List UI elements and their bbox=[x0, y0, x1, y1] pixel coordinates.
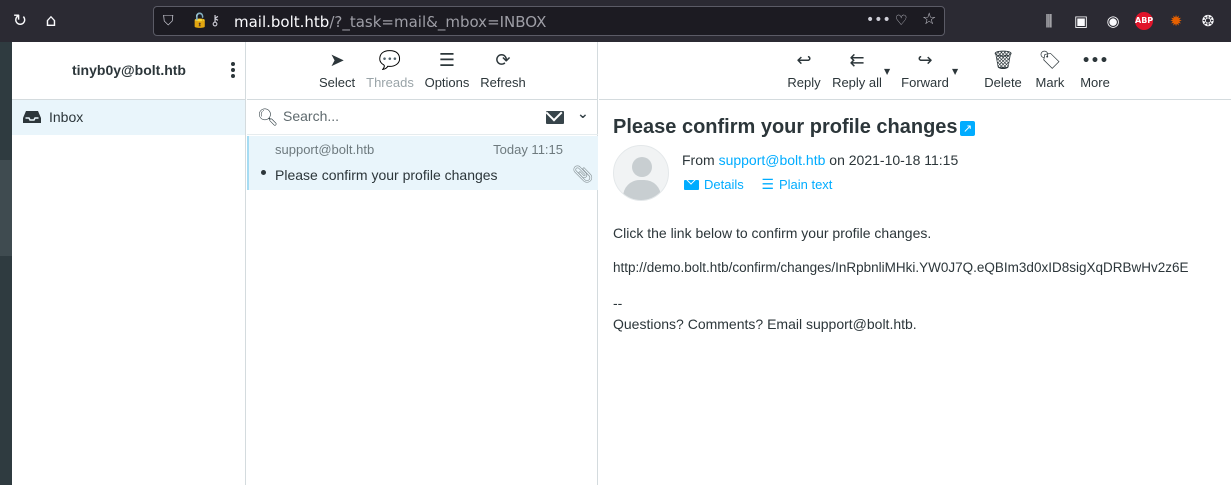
plaintext-lines-icon: ☰ bbox=[761, 177, 774, 193]
options-button[interactable]: ☰ Options bbox=[423, 50, 471, 90]
folder-item-inbox[interactable]: Inbox bbox=[12, 100, 245, 135]
forward-dropdown-icon[interactable]: ▼ bbox=[952, 67, 958, 76]
more-button[interactable]: ••• More bbox=[1076, 50, 1114, 90]
open-in-new-window-icon[interactable]: ↗ bbox=[960, 121, 975, 136]
account-icon[interactable]: ◉ bbox=[1103, 11, 1123, 31]
taskbar-marker bbox=[0, 160, 12, 256]
forward-label: Forward bbox=[901, 75, 949, 90]
pocket-icon[interactable]: ♡ bbox=[895, 13, 908, 29]
envelope-icon[interactable] bbox=[546, 111, 564, 124]
signature-separator: -- bbox=[613, 295, 623, 311]
threads-icon: 💬 bbox=[378, 50, 402, 71]
sliders-icon: ☰ bbox=[438, 50, 456, 71]
options-label: Options bbox=[424, 75, 470, 90]
tag-icon: 🏷︎ bbox=[1038, 50, 1062, 71]
details-envelope-icon bbox=[684, 180, 699, 190]
url-host: mail.bolt.htb bbox=[234, 13, 330, 31]
confirm-link[interactable]: http://demo.bolt.htb/confirm/changes/InR… bbox=[613, 260, 1189, 275]
folder-label-inbox: Inbox bbox=[49, 109, 84, 125]
details-label: Details bbox=[704, 177, 744, 192]
plaintext-link[interactable]: ☰ Plain text bbox=[761, 177, 832, 193]
reload-icon[interactable]: ↻ bbox=[10, 11, 30, 31]
from-address-link[interactable]: support@bolt.htb bbox=[719, 152, 826, 168]
message-date: Today 11:15 bbox=[493, 142, 563, 157]
more-actions-icon[interactable]: ••• bbox=[866, 12, 891, 28]
threads-button[interactable]: 💬 Threads bbox=[366, 50, 414, 90]
header-links: Details ☰ Plain text bbox=[684, 177, 846, 193]
inbox-icon bbox=[23, 111, 41, 123]
refresh-label: Refresh bbox=[480, 75, 526, 90]
reply-icon: ↩ bbox=[796, 50, 812, 71]
attachment-icon: 📎︎ bbox=[572, 165, 594, 185]
plaintext-label: Plain text bbox=[778, 177, 833, 192]
message-date-text: on 2021-10-18 11:15 bbox=[829, 152, 959, 168]
search-input[interactable] bbox=[283, 108, 533, 124]
insecure-lock-icon[interactable]: 🔓 bbox=[191, 13, 208, 29]
forward-icon: ↪ bbox=[917, 50, 933, 71]
list-toolbar: ➤ Select 💬 Threads ☰ Options ⟳ Refresh bbox=[247, 42, 597, 100]
avatar-head bbox=[632, 157, 652, 177]
message-toolbar: ↩ Reply ⇇ Reply all ▼ ↪ Forward ▼ 🗑︎ Del… bbox=[599, 42, 1231, 100]
avatar-body bbox=[623, 180, 661, 200]
reply-label: Reply bbox=[787, 75, 821, 90]
account-header: tinyb0y@bolt.htb bbox=[12, 42, 245, 100]
home-icon[interactable]: ⌂ bbox=[41, 11, 61, 31]
foxyproxy-icon[interactable]: ✹ bbox=[1166, 11, 1186, 31]
account-username: tinyb0y@bolt.htb bbox=[72, 62, 186, 78]
url-path: /?_task=mail&_mbox=INBOX bbox=[329, 13, 547, 31]
folder-pane: tinyb0y@bolt.htb Inbox bbox=[12, 42, 246, 485]
details-link[interactable]: Details bbox=[684, 177, 744, 192]
sidebar-icon[interactable]: ▣ bbox=[1071, 11, 1091, 31]
mark-label: Mark bbox=[1035, 75, 1065, 90]
chevron-down-icon[interactable]: ⌄ bbox=[577, 106, 589, 122]
forward-button[interactable]: ↪ Forward bbox=[900, 50, 950, 90]
shield-icon[interactable]: ⛉ bbox=[163, 13, 174, 29]
key-icon[interactable]: ⚷ bbox=[210, 13, 220, 29]
message-list-item[interactable]: support@bolt.htb Today 11:15 Please conf… bbox=[247, 136, 598, 190]
from-line: From support@bolt.htb on 2021-10-18 11:1… bbox=[682, 152, 958, 168]
message-body-text: Click the link below to confirm your pro… bbox=[613, 225, 932, 241]
message-title: Please confirm your profile changes bbox=[613, 116, 958, 138]
message-view-pane: ↩ Reply ⇇ Reply all ▼ ↪ Forward ▼ 🗑︎ Del… bbox=[599, 42, 1231, 485]
select-label: Select bbox=[319, 75, 356, 90]
library-icon[interactable]: ⫼ bbox=[1039, 11, 1059, 31]
refresh-button[interactable]: ⟳ Refresh bbox=[479, 50, 527, 90]
mark-button[interactable]: 🏷︎ Mark bbox=[1031, 50, 1069, 90]
message-sender: support@bolt.htb bbox=[275, 142, 375, 157]
unread-indicator[interactable] bbox=[261, 170, 266, 175]
reply-all-icon: ⇇ bbox=[849, 50, 865, 71]
url-text[interactable]: mail.bolt.htb/?_task=mail&_mbox=INBOX bbox=[234, 13, 546, 31]
taskbar-edge bbox=[0, 42, 12, 485]
from-prefix: From bbox=[682, 152, 715, 168]
reply-all-label: Reply all bbox=[832, 75, 882, 90]
threads-label: Threads bbox=[366, 75, 414, 90]
message-list-pane: ➤ Select 💬 Threads ☰ Options ⟳ Refresh 🔍… bbox=[247, 42, 598, 485]
refresh-icon: ⟳ bbox=[495, 50, 511, 71]
search-icon[interactable]: 🔍︎ bbox=[257, 108, 279, 128]
more-label: More bbox=[1080, 75, 1110, 90]
adblock-icon[interactable]: ABP bbox=[1135, 12, 1153, 30]
browser-toolbar: ↻ ⌂ ⛉ 🔓 ⚷ mail.bolt.htb/?_task=mail&_mbo… bbox=[0, 0, 1231, 42]
delete-label: Delete bbox=[984, 75, 1022, 90]
reply-all-dropdown-icon[interactable]: ▼ bbox=[884, 67, 890, 76]
cookie-icon[interactable]: ❂ bbox=[1198, 11, 1218, 31]
cursor-icon: ➤ bbox=[329, 50, 345, 71]
url-bar[interactable]: ⛉ 🔓 ⚷ mail.bolt.htb/?_task=mail&_mbox=IN… bbox=[153, 6, 945, 36]
select-button[interactable]: ➤ Select bbox=[319, 50, 355, 90]
search-bar: 🔍︎ ⌄ bbox=[247, 100, 598, 135]
reply-all-button[interactable]: ⇇ Reply all bbox=[832, 50, 882, 90]
bookmark-star-icon[interactable]: ☆ bbox=[922, 11, 936, 27]
delete-button[interactable]: 🗑︎ Delete bbox=[982, 50, 1024, 90]
message-subject: Please confirm your profile changes bbox=[275, 167, 498, 183]
trash-icon: 🗑︎ bbox=[991, 50, 1015, 71]
signature-text: Questions? Comments? Email support@bolt.… bbox=[613, 316, 917, 332]
account-menu-icon[interactable] bbox=[228, 60, 238, 82]
more-icon: ••• bbox=[1081, 53, 1109, 69]
reply-button[interactable]: ↩ Reply bbox=[786, 50, 822, 90]
sender-avatar bbox=[613, 145, 669, 201]
